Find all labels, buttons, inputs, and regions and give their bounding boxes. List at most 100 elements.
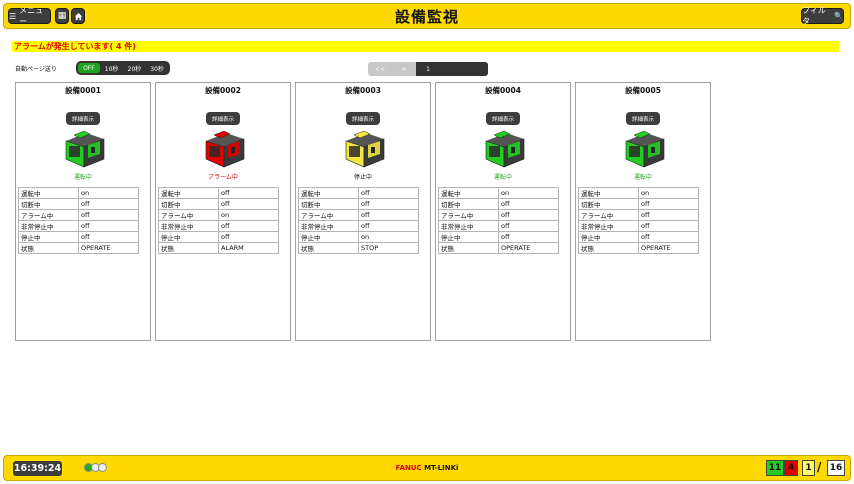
table-row: 停止中 off (158, 231, 279, 243)
status-table: 運転中 off 切断中 off アラーム中 on 非常停止中 off 停止中 off 状態 ALARM (158, 187, 279, 254)
status-value: off (218, 231, 279, 243)
page-prev-button[interactable]: < (392, 62, 416, 76)
table-row: 状態 OPERATE (578, 242, 699, 254)
count-stop: 1 (802, 460, 815, 476)
auto-page-10s[interactable]: 10秒 (101, 63, 123, 73)
detail-button[interactable]: 詳細表示 (486, 112, 520, 125)
table-row: 状態 ALARM (158, 242, 279, 254)
status-key: 停止中 (158, 231, 219, 243)
page-last-button[interactable]: >> (464, 62, 488, 76)
status-key: 状態 (578, 242, 639, 254)
status-table: 運転中 off 切断中 off アラーム中 off 非常停止中 off 停止中 on 状態 STOP (298, 187, 419, 254)
status-value: ALARM (218, 242, 279, 254)
machine-card: 設備0002 詳細表示 アラーム中 運転中 off 切断中 off アラーム中 on 非常停止中 o… (155, 82, 291, 341)
machine-name: 設備0003 (345, 86, 381, 95)
machine-tool-icon[interactable] (200, 127, 248, 171)
status-key: 非常停止中 (578, 220, 639, 232)
machine-state-label: 運転中 (73, 174, 92, 181)
machine-state-label: 停止中 (353, 174, 372, 181)
count-separator: / (817, 460, 822, 474)
table-row: 運転中 off (298, 187, 419, 199)
status-value: on (78, 187, 139, 199)
status-value: STOP (358, 242, 419, 254)
status-value: off (638, 220, 699, 232)
status-key: 停止中 (18, 231, 79, 243)
machine-card: 設備0004 詳細表示 運転中 運転中 on 切断中 off アラーム中 off 非常停止中 off… (435, 82, 571, 341)
table-row: アラーム中 off (298, 209, 419, 221)
auto-page-label: 自動ページ送り (15, 66, 57, 73)
status-key: 切断中 (158, 198, 219, 210)
footer-bar: 16:39:24 FANUC MT-LINKi 11 4 1 / 16 (3, 455, 851, 481)
status-key: 停止中 (578, 231, 639, 243)
status-key: 停止中 (298, 231, 359, 243)
status-value: off (218, 220, 279, 232)
brand-product: MT-LINKi (424, 464, 459, 472)
status-key: 状態 (158, 242, 219, 254)
table-row: 切断中 off (158, 198, 279, 210)
status-key: 運転中 (158, 187, 219, 199)
auto-page-20s[interactable]: 20秒 (124, 63, 146, 73)
count-running: 11 (766, 460, 784, 476)
table-row: 運転中 on (438, 187, 559, 199)
page-first-button[interactable]: << (368, 62, 392, 76)
status-key: 状態 (298, 242, 359, 254)
machine-tool-icon[interactable] (340, 127, 388, 171)
status-value: off (638, 231, 699, 243)
status-key: 非常停止中 (158, 220, 219, 232)
auto-page-off[interactable]: OFF (78, 63, 100, 73)
detail-button[interactable]: 詳細表示 (66, 112, 100, 125)
status-key: 停止中 (438, 231, 499, 243)
machine-tool-icon[interactable] (60, 127, 108, 171)
machine-tool-icon[interactable] (480, 127, 528, 171)
table-row: アラーム中 on (158, 209, 279, 221)
table-row: 状態 STOP (298, 242, 419, 254)
status-table: 運転中 on 切断中 off アラーム中 off 非常停止中 off 停止中 off 状態 OPERA… (438, 187, 559, 254)
status-value: off (498, 220, 559, 232)
status-value: on (498, 187, 559, 199)
machine-name: 設備0002 (205, 86, 241, 95)
status-key: 切断中 (438, 198, 499, 210)
table-row: 運転中 off (158, 187, 279, 199)
machine-tool-icon[interactable] (620, 127, 668, 171)
status-value: off (218, 198, 279, 210)
status-value: off (358, 198, 419, 210)
machine-state-label: アラーム中 (208, 174, 238, 181)
detail-button[interactable]: 詳細表示 (206, 112, 240, 125)
count-alarm: 4 (784, 460, 798, 476)
table-row: アラーム中 off (578, 209, 699, 221)
table-row: 停止中 off (438, 231, 559, 243)
status-value: on (358, 231, 419, 243)
detail-button[interactable]: 詳細表示 (346, 112, 380, 125)
table-row: 停止中 off (578, 231, 699, 243)
auto-page-30s[interactable]: 30秒 (146, 63, 168, 73)
brand-fanuc: FANUC (395, 464, 422, 472)
status-key: 非常停止中 (438, 220, 499, 232)
status-key: 運転中 (438, 187, 499, 199)
table-row: 状態 OPERATE (438, 242, 559, 254)
table-row: 停止中 on (298, 231, 419, 243)
status-key: 運転中 (578, 187, 639, 199)
status-key: 切断中 (298, 198, 359, 210)
filter-button[interactable]: フィルタ 🔍 (801, 6, 844, 26)
table-row: 切断中 off (578, 198, 699, 210)
status-key: 状態 (18, 242, 79, 254)
status-value: off (498, 231, 559, 243)
table-row: 非常停止中 off (298, 220, 419, 232)
status-table: 運転中 on 切断中 off アラーム中 off 非常停止中 off 停止中 off 状態 OPERA… (18, 187, 139, 254)
page-current[interactable]: 1 (416, 62, 440, 76)
status-value: OPERATE (498, 242, 559, 254)
detail-button[interactable]: 詳細表示 (626, 112, 660, 125)
status-value: off (78, 231, 139, 243)
table-row: アラーム中 off (438, 209, 559, 221)
status-value: off (638, 198, 699, 210)
status-key: アラーム中 (298, 209, 359, 221)
machine-card: 設備0003 詳細表示 停止中 運転中 off 切断中 off アラーム中 off 非常停止中 of… (295, 82, 431, 341)
auto-page-options: OFF 10秒 20秒 30秒 (76, 61, 170, 75)
table-row: 切断中 off (298, 198, 419, 210)
table-row: 非常停止中 off (158, 220, 279, 232)
status-key: 切断中 (578, 198, 639, 210)
status-value: OPERATE (638, 242, 699, 254)
status-value: off (78, 209, 139, 221)
status-value: off (358, 209, 419, 221)
page-next-button[interactable]: > (440, 62, 464, 76)
